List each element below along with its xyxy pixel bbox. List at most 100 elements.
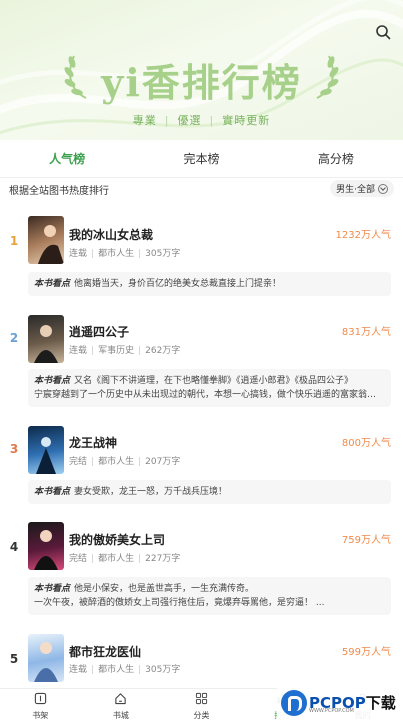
book-title[interactable]: 都市狂龙医仙 (69, 643, 141, 660)
nav-bookstore[interactable]: 书城 (81, 689, 162, 720)
highlight-line-1: 本书看点 又名《阁下不讲道理，在下也略懂拳脚》《逍遥小郎君》《极品四公子》 (34, 374, 385, 388)
pcpop-logo-icon (281, 689, 307, 716)
highlight-text: 他是小保安，也是盖世高手，一生充满传奇。 (74, 584, 255, 594)
highlight-label: 本书看点 (34, 279, 71, 289)
book-word-count: 305万字 (145, 249, 181, 259)
book-category: 都市人生 (98, 457, 135, 467)
book-category: 军事历史 (98, 346, 135, 356)
book-meta: 完结 | 都市人生 | 207万字 (69, 454, 180, 467)
book-highlight: 本书看点 又名《阁下不讲道理，在下也略懂拳脚》《逍遥小郎君》《极品四公子》 宁宸穿… (28, 369, 391, 407)
book-cover[interactable] (28, 315, 64, 363)
tab-completed[interactable]: 完本榜 (134, 140, 268, 177)
search-icon[interactable] (375, 24, 391, 40)
highlight-label: 本书看点 (34, 487, 71, 497)
ranking-banner: yi香排行榜 專業 | 優選 | 實時更新 (0, 0, 403, 140)
cover-art (34, 530, 58, 570)
book-status: 连载 (69, 665, 88, 675)
pcpop-watermark: PCPOP下载 WWW.PCPOP.COM (277, 685, 403, 720)
book-word-count: 207万字 (145, 457, 181, 467)
book-word-count: 262万字 (145, 346, 181, 356)
book-meta: 连载 | 都市人生 | 305万字 (69, 662, 180, 675)
meta-divider: | (91, 457, 95, 467)
watermark-suffix: 下载 (365, 694, 396, 712)
book-status: 完结 (69, 554, 88, 564)
bookshelf-icon (34, 692, 46, 705)
cover-art (38, 225, 64, 264)
popularity-count: 599万人气 (341, 647, 391, 658)
rank-number: 1 (9, 234, 19, 248)
nav-bookshelf[interactable]: 书架 (0, 689, 81, 720)
book-highlight: 本书看点 他是小保安，也是盖世高手，一生充满传奇。 一次午夜，被醉酒的傲娇女上司强… (28, 577, 391, 615)
meta-divider: | (138, 457, 142, 467)
cover-art (36, 437, 56, 474)
grid-icon (195, 692, 208, 705)
rank-number: 3 (9, 442, 19, 456)
tag-divider: | (209, 114, 215, 127)
popularity-count: 800万人气 (341, 438, 391, 449)
book-cover[interactable] (28, 426, 64, 474)
filter-label: 男生·全部 (336, 185, 375, 195)
highlight-line-2: 一次午夜，被醉酒的傲娇女上司强行拖住后，竟爆弃辱罵他，是穷逼！ ... (34, 598, 325, 608)
tag-divider: | (164, 114, 170, 127)
home-icon (115, 693, 127, 705)
rank-number: 2 (9, 331, 19, 345)
book-status: 连载 (69, 249, 88, 259)
nav-label: 书城 (112, 711, 129, 720)
book-meta: 连载 | 军事历史 | 262万字 (69, 343, 180, 356)
book-word-count: 227万字 (145, 554, 181, 564)
book-title[interactable]: 逍遥四公子 (69, 323, 129, 340)
tag-realtime: 實時更新 (222, 114, 271, 127)
nav-category[interactable]: 分类 (161, 689, 242, 720)
cover-art (34, 642, 58, 682)
book-category: 都市人生 (98, 249, 135, 259)
popularity-count: 759万人气 (341, 535, 391, 546)
book-meta: 连载 | 都市人生 | 305万字 (69, 246, 180, 259)
laurel-right-icon (316, 55, 339, 99)
watermark-url: WWW.PCPOP.COM (309, 708, 354, 714)
highlight-label: 本书看点 (34, 584, 71, 594)
book-cover[interactable] (28, 216, 64, 264)
meta-divider: | (138, 665, 142, 675)
book-category: 都市人生 (98, 665, 135, 675)
book-cover[interactable] (28, 634, 64, 682)
chevron-down-icon (378, 183, 388, 194)
book-highlight: 本书看点 他离婚当天，身价百亿的绝美女总裁直接上门提亲！ (28, 272, 391, 296)
nav-label: 分类 (193, 711, 210, 720)
gender-filter-dropdown[interactable]: 男生·全部 (330, 180, 394, 197)
book-highlight: 本书看点 妻女受欺，龙王一怒，万千战兵压境！ (28, 480, 391, 504)
tab-top-rated[interactable]: 高分榜 (269, 140, 403, 177)
meta-divider: | (91, 249, 95, 259)
highlight-label: 本书看点 (34, 376, 71, 386)
ranking-description: 根据全站图书热度排行 (9, 186, 109, 197)
book-title[interactable]: 我的傲娇美女上司 (69, 531, 165, 548)
banner-tagline: 專業 | 優選 | 實時更新 (0, 112, 403, 128)
meta-divider: | (138, 346, 142, 356)
tab-popularity[interactable]: 人气榜 (0, 140, 134, 177)
list-subheader: 根据全站图书热度排行 男生·全部 (0, 178, 403, 200)
nav-label: 书架 (32, 711, 49, 720)
popularity-count: 831万人气 (341, 327, 391, 338)
highlight-text: 他离婚当天，身价百亿的绝美女总裁直接上门提亲！ (74, 279, 282, 289)
book-status: 连载 (69, 346, 88, 356)
rank-number: 4 (9, 540, 19, 554)
meta-divider: | (138, 249, 142, 259)
book-meta: 完结 | 都市人生 | 227万字 (69, 551, 180, 564)
book-word-count: 305万字 (145, 665, 181, 675)
tag-selected: 優選 (177, 114, 202, 127)
meta-divider: | (91, 665, 95, 675)
highlight-text: 又名《阁下不讲道理，在下也略懂拳脚》《逍遥小郎君》《极品四公子》 (74, 376, 354, 386)
book-title[interactable]: 我的冰山女总裁 (69, 226, 153, 243)
book-category: 都市人生 (98, 554, 135, 564)
book-cover[interactable] (28, 522, 64, 570)
highlight-text: 妻女受欺，龙王一怒，万千战兵压境！ (74, 487, 228, 497)
banner-title: yi香排行榜 (101, 60, 302, 105)
highlight-line-1: 本书看点 他是小保安，也是盖世高手，一生充满传奇。 (34, 582, 385, 596)
cover-art (34, 325, 58, 363)
book-title[interactable]: 龙王战神 (69, 434, 117, 451)
highlight-line-2: 宁宸穿越到了一个历史中从未出现过的朝代，本想一心搞钱，做个快乐逍遥的富家翁，三妻… (34, 390, 385, 400)
meta-divider: | (138, 554, 142, 564)
popularity-count: 1232万人气 (335, 230, 391, 241)
meta-divider: | (91, 346, 95, 356)
meta-divider: | (91, 554, 95, 564)
book-status: 完结 (69, 457, 88, 467)
